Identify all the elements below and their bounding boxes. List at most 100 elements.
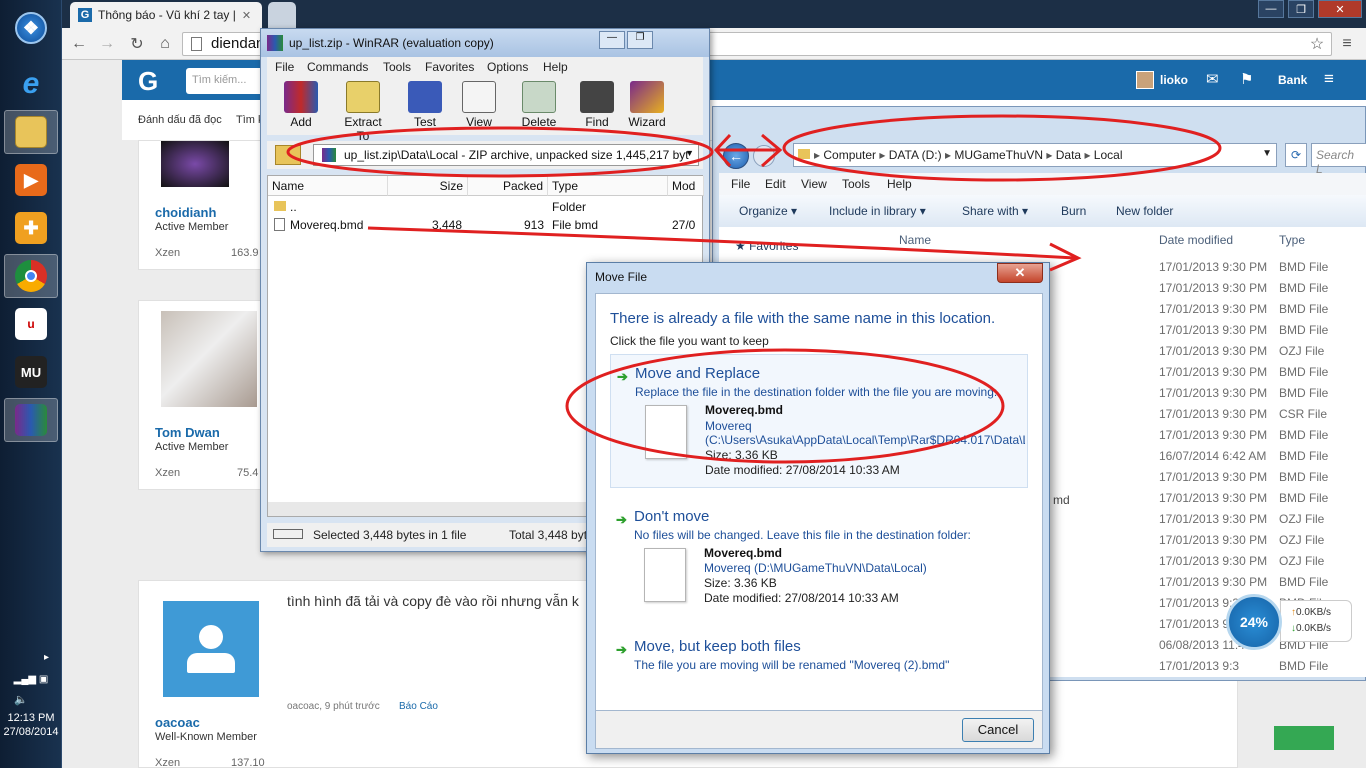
avatar[interactable]	[161, 141, 229, 187]
table-row[interactable]: .. Folder	[268, 198, 702, 216]
wizard-button[interactable]: Wizard	[621, 81, 673, 133]
column-type[interactable]: Type	[1279, 233, 1305, 247]
new-tab-button[interactable]	[268, 2, 296, 28]
wr-column-modified[interactable]: Mod	[668, 176, 704, 196]
add-button[interactable]: Add	[275, 81, 327, 133]
report-link[interactable]: Báo Cáo	[399, 701, 438, 712]
dont-move-option[interactable]: ➔ Don't move No files will be changed. L…	[610, 498, 1028, 618]
clock-time[interactable]: 12:13 PM	[0, 712, 62, 724]
move-and-replace-option[interactable]: ➔ Move and Replace Replace the file in t…	[610, 354, 1028, 488]
bookmark-star-icon[interactable]: ☆	[1306, 33, 1328, 55]
taskbar-app-orange[interactable]: ✚	[4, 206, 58, 250]
up-folder-icon[interactable]	[275, 145, 301, 165]
green-button[interactable]	[1274, 726, 1334, 750]
network-signal-icon[interactable]: ▂▄▆ ▣	[0, 674, 62, 685]
wr-column-packed[interactable]: Packed	[468, 176, 548, 196]
wr-column-name[interactable]: Name	[268, 176, 388, 196]
breadcrumb-item[interactable]: DATA (D:)	[889, 148, 942, 162]
wr-menu-commands[interactable]: Commands	[307, 60, 368, 74]
wr-menu-tools[interactable]: Tools	[383, 60, 411, 74]
menu-tools[interactable]: Tools	[842, 177, 870, 191]
tab-close-icon[interactable]: ✕	[242, 9, 251, 22]
explorer-search-input[interactable]: Search L	[1311, 143, 1366, 176]
cancel-button[interactable]: Cancel	[962, 718, 1034, 742]
menu-hamburger-icon[interactable]: ≡	[1324, 69, 1334, 89]
breadcrumb-item[interactable]: MUGameThuVN	[954, 148, 1043, 162]
explorer-back-icon[interactable]: ←	[723, 143, 749, 169]
wr-menu-options[interactable]: Options	[487, 60, 528, 74]
post-username[interactable]: Tom Dwan	[155, 425, 220, 440]
burn-button[interactable]: Burn	[1061, 204, 1086, 218]
taskbar-winrar[interactable]	[4, 398, 58, 442]
file-date-modified: 17/01/2013 9:30 PM	[1159, 386, 1268, 400]
inbox-icon[interactable]: ✉	[1206, 70, 1219, 88]
reload-icon[interactable]: ↻	[126, 33, 148, 55]
breadcrumb-item[interactable]: Local	[1094, 148, 1123, 162]
winrar-path-input[interactable]: up_list.zip\Data\Local - ZIP archive, un…	[313, 144, 699, 166]
taskbar-chrome[interactable]	[4, 254, 58, 298]
network-monitor-widget[interactable]: ↑0.0KB/s ↓0.0KB/s 24%	[1226, 594, 1354, 652]
winrar-minimize-button[interactable]: —	[599, 31, 625, 49]
new-folder-button[interactable]: New folder	[1116, 204, 1173, 218]
taskbar-unikey[interactable]: u	[4, 302, 58, 346]
column-name[interactable]: Name	[899, 233, 931, 247]
breadcrumb-item[interactable]: Data	[1056, 148, 1081, 162]
volume-icon[interactable]: 🔈	[0, 693, 62, 706]
forward-icon[interactable]: →	[96, 33, 118, 55]
wr-column-size[interactable]: Size	[388, 176, 468, 196]
home-icon[interactable]: ⌂	[154, 33, 176, 55]
test-button[interactable]: Test	[399, 81, 451, 133]
header-bank[interactable]: Bank	[1278, 73, 1307, 87]
taskbar-explorer[interactable]	[4, 110, 58, 154]
post-username[interactable]: oacoac	[155, 715, 200, 730]
back-icon[interactable]: ←	[68, 33, 90, 55]
explorer-address-bar[interactable]: ▸ Computer ▸ DATA (D:) ▸ MUGameThuVN ▸ D…	[793, 143, 1277, 167]
extract-to-button[interactable]: Extract To	[337, 81, 389, 143]
keep-both-option[interactable]: ➔ Move, but keep both files The file you…	[610, 628, 1028, 672]
avatar[interactable]	[163, 601, 259, 697]
close-button[interactable]: ✕	[1318, 0, 1362, 18]
view-button[interactable]: View	[453, 81, 505, 133]
taskbar-mu-game[interactable]: MU	[4, 350, 58, 394]
dialog-close-button[interactable]: ✕	[997, 263, 1043, 283]
alerts-flag-icon[interactable]: ⚑	[1240, 70, 1253, 88]
taskbar-internet-explorer[interactable]: e	[4, 62, 58, 106]
avatar[interactable]	[1136, 71, 1154, 89]
wr-column-type[interactable]: Type	[548, 176, 668, 196]
share-with-button[interactable]: Share with ▾	[962, 204, 1028, 218]
start-button[interactable]: ❖	[4, 6, 58, 50]
menu-file[interactable]: File	[731, 177, 750, 191]
maximize-button[interactable]: ❐	[1288, 0, 1314, 18]
menu-view[interactable]: View	[801, 177, 827, 191]
find-button[interactable]: Find	[571, 81, 623, 133]
file-type: BMD File	[1279, 659, 1329, 673]
mark-read-link[interactable]: Đánh dấu đã đọc	[138, 114, 222, 126]
clock-date[interactable]: 27/08/2014	[0, 726, 62, 738]
minimize-button[interactable]: —	[1258, 0, 1284, 18]
include-in-library-button[interactable]: Include in library ▾	[829, 204, 926, 218]
chrome-menu-icon[interactable]: ≡	[1336, 33, 1358, 55]
wr-menu-favorites[interactable]: Favorites	[425, 60, 474, 74]
breadcrumb-item[interactable]: Computer	[823, 148, 876, 162]
menu-help[interactable]: Help	[887, 177, 912, 191]
delete-button[interactable]: Delete	[513, 81, 565, 133]
organize-button[interactable]: Organize ▾	[739, 204, 797, 218]
menu-edit[interactable]: Edit	[765, 177, 786, 191]
favorites-nav[interactable]: ★ Favorites	[735, 239, 798, 253]
taskbar-media-player[interactable]: ▶	[4, 158, 58, 202]
winrar-maximize-button[interactable]: ❐	[627, 31, 653, 49]
wr-menu-file[interactable]: File	[275, 60, 294, 74]
wr-menu-help[interactable]: Help	[543, 60, 568, 74]
avatar[interactable]	[161, 311, 257, 407]
path-dropdown-icon[interactable]: ▼	[685, 148, 694, 158]
browser-tab-active[interactable]: G Thông báo - Vũ khí 2 tay | ✕	[70, 2, 262, 28]
address-dropdown-icon[interactable]: ▼	[1262, 148, 1272, 159]
forum-logo-icon[interactable]: G	[138, 66, 166, 96]
refresh-icon[interactable]: ⟳	[1285, 143, 1307, 167]
explorer-forward-icon[interactable]	[753, 145, 775, 167]
column-date-modified[interactable]: Date modified	[1159, 233, 1233, 247]
header-username[interactable]: lioko	[1160, 73, 1188, 87]
post-username[interactable]: choidianh	[155, 205, 216, 220]
table-row[interactable]: Movereq.bmd 3,448 913 File bmd 27/0	[268, 216, 702, 234]
file-name-fragment[interactable]: md	[1053, 493, 1070, 507]
